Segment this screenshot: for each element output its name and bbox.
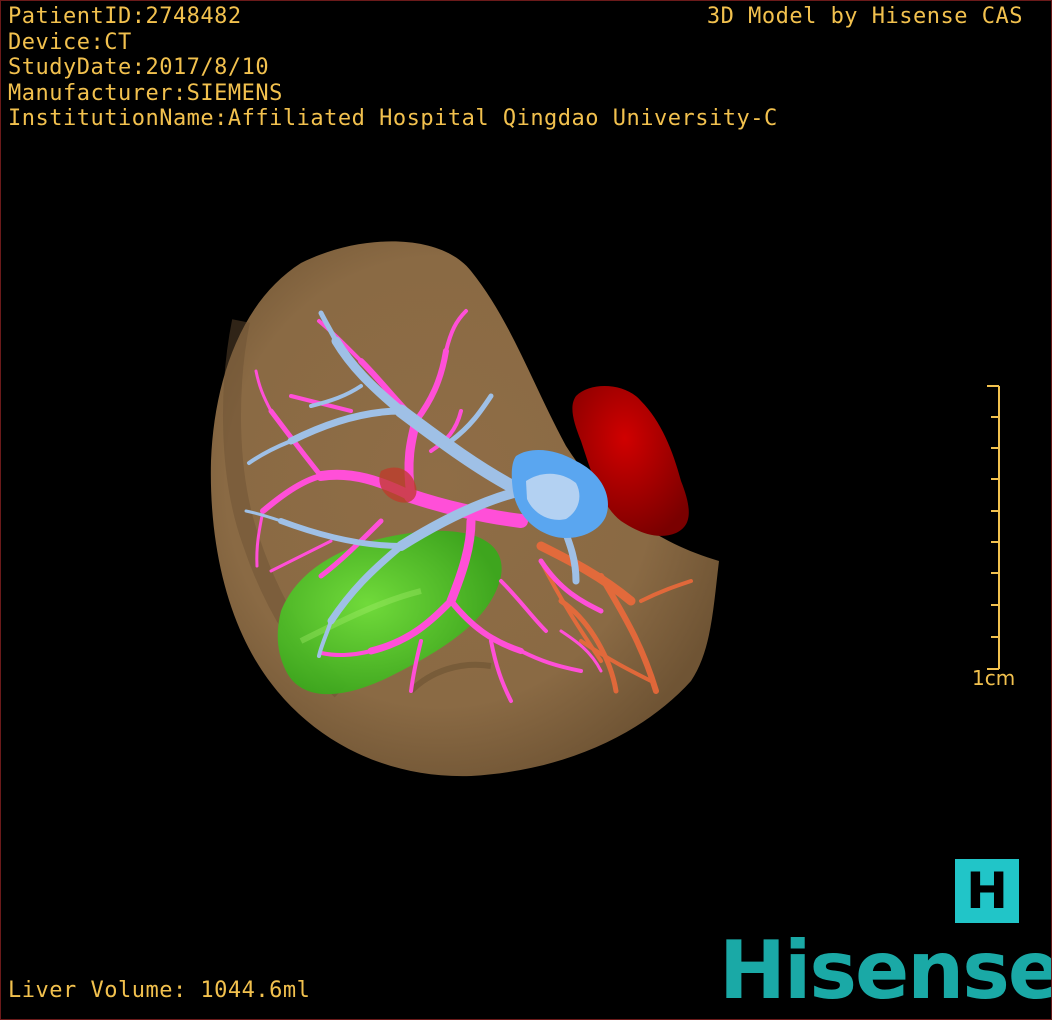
3d-viewport[interactable]: PatientID:2748482 Device:CT StudyDate:20… (0, 0, 1052, 1020)
scale-bar (987, 385, 1000, 670)
liver-volume-readout: Liver Volume: 1044.6ml (8, 978, 311, 1003)
dicom-info-overlay: PatientID:2748482 Device:CT StudyDate:20… (8, 4, 778, 132)
hisense-h-logo-icon: H (955, 859, 1019, 923)
patient-id: PatientID:2748482 (8, 4, 242, 29)
hisense-brand-logo: Hisense (719, 924, 1052, 1017)
model-credit: 3D Model by Hisense CAS (706, 4, 1023, 29)
liver-3d-model[interactable] (1, 1, 1051, 1019)
study-date: StudyDate:2017/8/10 (8, 55, 270, 80)
scale-bar-label: 1cm (972, 666, 1016, 690)
institution-name: InstitutionName:Affiliated Hospital Qing… (8, 106, 778, 131)
manufacturer: Manufacturer:SIEMENS (8, 80, 283, 106)
h-logo-letter: H (966, 862, 1008, 920)
device: Device:CT (8, 29, 132, 55)
